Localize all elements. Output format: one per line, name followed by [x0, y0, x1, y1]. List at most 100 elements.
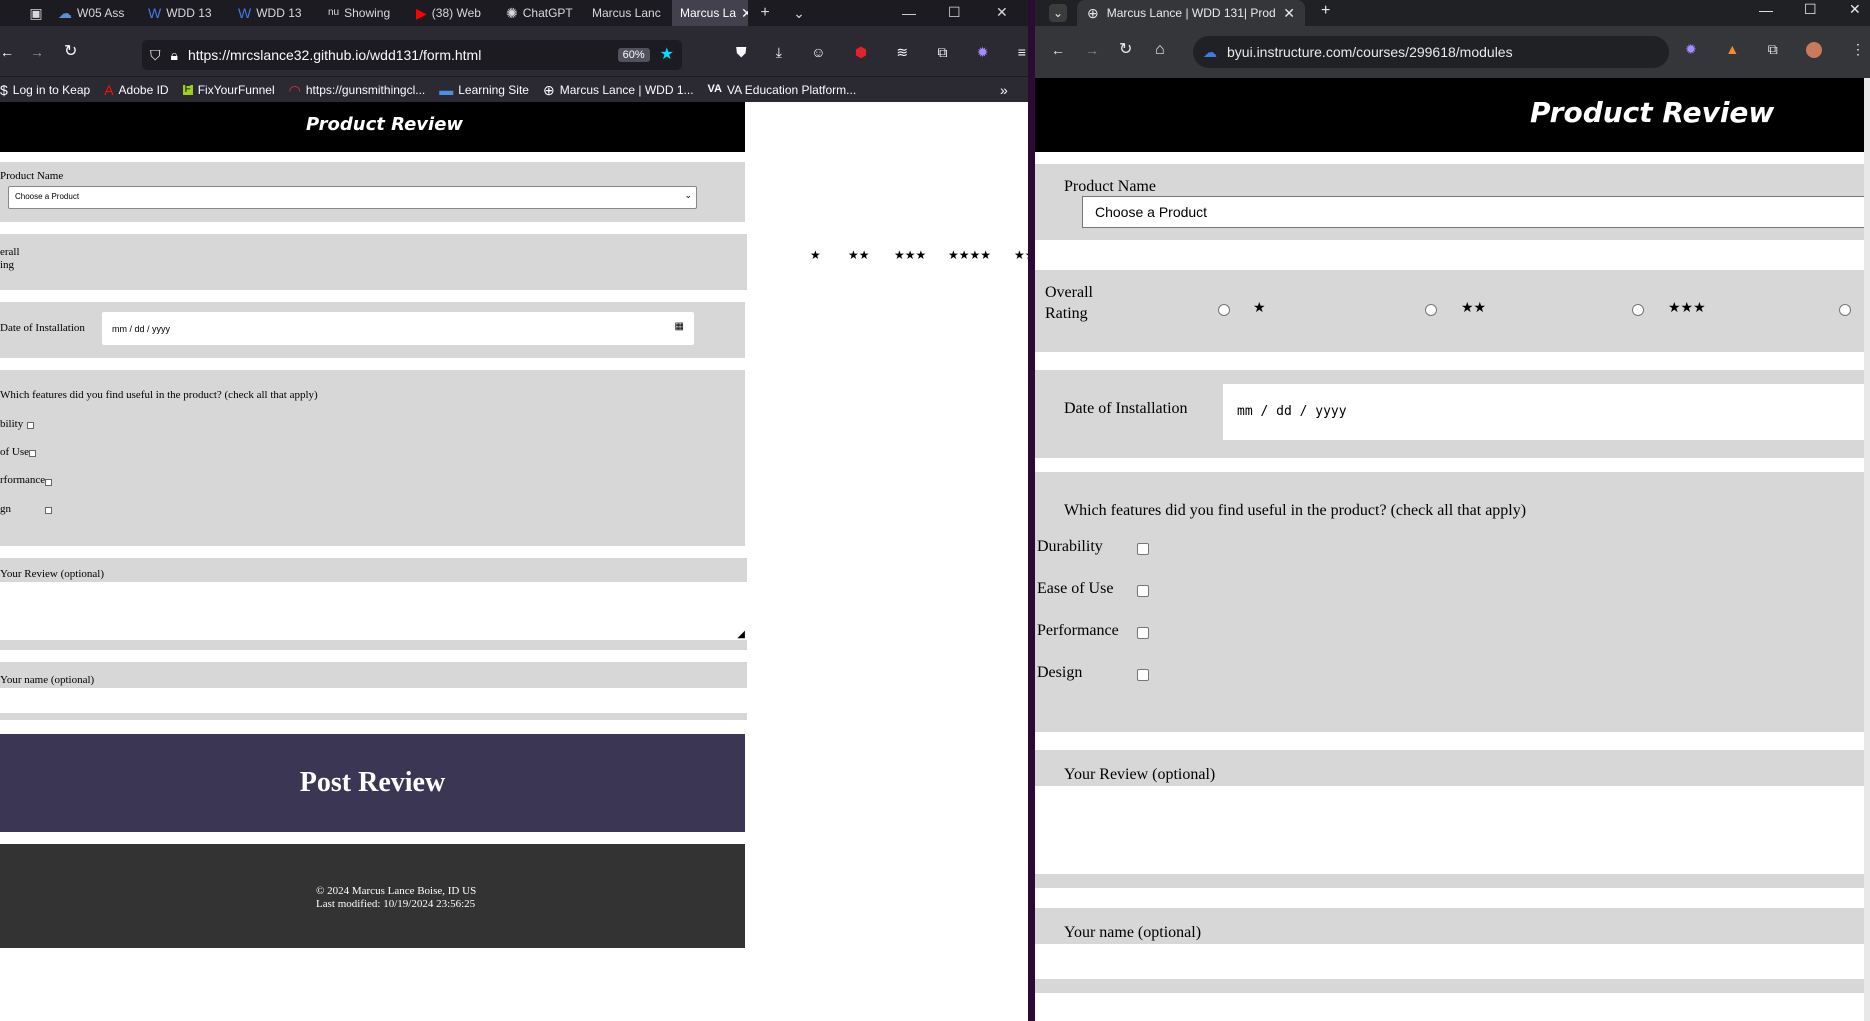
firefox-tab-strip: ▣ ☁ W05 Ass W WDD 13 W WDD 13 nu Showing ▶ (3… — [0, 0, 1028, 26]
review-textarea[interactable] — [1035, 786, 1870, 874]
gear-extension-icon[interactable]: ✹ — [977, 45, 989, 65]
tab-marcus-active[interactable]: Marcus La ✕ — [672, 0, 748, 26]
tab-wdd-2[interactable]: W WDD 13 — [230, 0, 320, 26]
bookmark-keap[interactable]: $ Log in to Keap — [0, 83, 90, 97]
calendar-icon[interactable]: ▦ — [675, 322, 684, 332]
product-select[interactable]: Choose a Product — [1082, 196, 1870, 228]
tab-w05[interactable]: ☁ W05 Ass — [50, 0, 140, 26]
rating-radio-2[interactable] — [1425, 304, 1437, 316]
maximize-icon[interactable]: ☐ — [948, 5, 961, 19]
chrome-tab-strip: ⌄ ⊕ Marcus Lance | WDD 131| Prod ✕ + — ☐… — [1035, 0, 1870, 26]
rating-radio-3[interactable] — [1632, 304, 1644, 316]
star-option-5[interactable]: ★★ — [1014, 248, 1028, 262]
url-text[interactable]: https://mrcslance32.github.io/wdd131/for… — [188, 47, 618, 63]
feature-performance-checkbox[interactable] — [45, 479, 52, 486]
bookmark-marcus-wdd[interactable]: ⊕ Marcus Lance | WDD 1... — [543, 83, 694, 97]
bookmark-va[interactable]: VA VA Education Platform... — [708, 83, 857, 97]
tab-marcus-1[interactable]: Marcus Lanc — [584, 0, 672, 26]
tab-search-icon[interactable]: ⌄ — [1049, 4, 1067, 22]
zoom-badge[interactable]: 60% — [617, 48, 650, 62]
review-fieldset: Your Review (optional) — [1035, 750, 1870, 888]
profile-avatar-icon[interactable] — [1806, 42, 1823, 58]
url-text[interactable]: byui.instructure.com/courses/299618/modu… — [1227, 44, 1513, 60]
chrome-url-bar[interactable]: ☁ byui.instructure.com/courses/299618/mo… — [1193, 36, 1669, 68]
chrome-active-tab[interactable]: ⊕ Marcus Lance | WDD 131| Prod ✕ — [1077, 0, 1305, 26]
star-option-3[interactable]: ★★★ — [894, 248, 926, 262]
bookmark-learning-site[interactable]: ▬ Learning Site — [439, 83, 529, 97]
forward-icon[interactable]: → — [30, 45, 44, 59]
bookmarks-overflow-icon[interactable]: » — [1000, 83, 1008, 97]
feature-design-checkbox[interactable] — [45, 507, 52, 514]
bookmark-gunsmithing[interactable]: ◠ https://gunsmithingcl... — [289, 83, 426, 97]
star-option-2[interactable]: ★★ — [848, 248, 870, 262]
review-textarea[interactable]: ◢ — [0, 582, 747, 640]
tab-showing[interactable]: nu Showing — [320, 0, 408, 26]
tab-wdd-1[interactable]: W WDD 13 — [140, 0, 230, 26]
extensions-icon[interactable]: ⧉ — [1768, 42, 1778, 58]
reload-icon[interactable]: ↻ — [1119, 42, 1132, 58]
product-select[interactable]: Choose a Product ⌄ — [8, 186, 697, 209]
site-info-icon[interactable]: ☁ — [1203, 45, 1217, 59]
post-review-button[interactable]: Post Review — [0, 734, 745, 832]
youtube-icon: ▶ — [416, 5, 427, 21]
date-fieldset: Date of Installation mm / dd / yyyy ▦ — [0, 302, 745, 358]
minimize-icon[interactable]: — — [902, 6, 916, 20]
date-label: Date of Installation — [1064, 400, 1188, 417]
extension-wave-icon[interactable]: ≋ — [896, 45, 908, 65]
bookmark-star-icon[interactable]: ★ — [660, 47, 674, 63]
tab-youtube[interactable]: ▶ (38) Web — [408, 0, 498, 26]
name-input[interactable] — [0, 688, 747, 713]
download-icon[interactable]: ⤓ — [776, 45, 782, 65]
rocket-extension-icon[interactable]: ▲ — [1725, 42, 1739, 58]
feature-durability-checkbox[interactable] — [27, 422, 34, 429]
firefox-window: ▣ ☁ W05 Ass W WDD 13 W WDD 13 nu Showing ▶ (3… — [0, 0, 1028, 1021]
date-input[interactable]: mm / dd / yyyy — [1223, 384, 1870, 440]
home-icon[interactable]: ⌂ — [1155, 42, 1165, 58]
maximize-icon[interactable]: ☐ — [1804, 2, 1817, 16]
new-tab-icon[interactable]: + — [748, 5, 782, 21]
w-icon: W — [238, 5, 252, 21]
account-icon[interactable]: ☺ — [811, 45, 825, 65]
forward-icon[interactable]: → — [1085, 43, 1099, 57]
scrollbar[interactable] — [1864, 78, 1870, 1021]
footer-last-modified: Last modified: 10/19/2024 23:56:25 — [316, 898, 476, 910]
feature-ease-checkbox[interactable] — [1137, 585, 1149, 597]
gear-extension-icon[interactable]: ✹ — [1685, 42, 1697, 58]
firefox-url-bar[interactable]: ⛉ 🔒︎ https://mrcslance32.github.io/wdd13… — [142, 40, 682, 70]
back-icon[interactable]: ← — [1051, 43, 1065, 57]
name-input[interactable] — [1035, 944, 1870, 979]
review-label: Your Review (optional) — [0, 568, 104, 580]
tab-chatgpt[interactable]: ✺ ChatGPT — [498, 0, 584, 26]
new-tab-icon[interactable]: + — [1321, 3, 1330, 19]
resize-handle-icon[interactable]: ◢ — [737, 630, 745, 640]
bookmark-fixyourfunnel[interactable]: F FixYourFunnel — [182, 83, 275, 97]
tab-list-icon[interactable]: ▣ — [22, 6, 50, 20]
menu-icon[interactable]: ≡ — [1018, 45, 1026, 65]
back-icon[interactable]: ← — [0, 45, 14, 59]
feature-performance-checkbox[interactable] — [1137, 627, 1149, 639]
date-input[interactable]: mm / dd / yyyy ▦ — [102, 312, 694, 345]
name-label: Your name (optional) — [1064, 924, 1202, 941]
pocket-icon[interactable]: ⛊ — [736, 45, 747, 65]
feature-performance-label: rformance — [0, 474, 46, 486]
rating-radio-4[interactable] — [1839, 304, 1851, 316]
star-option-1[interactable]: ★ — [810, 248, 821, 262]
feature-ease-checkbox[interactable] — [29, 450, 36, 457]
minimize-icon[interactable]: — — [1759, 3, 1773, 17]
extensions-icon[interactable]: ⧉ — [937, 45, 947, 65]
close-tab-icon[interactable]: ✕ — [1283, 6, 1295, 20]
close-tab-icon[interactable]: ✕ — [741, 6, 748, 20]
feature-durability-label: Durability — [1037, 538, 1103, 555]
star-option-4[interactable]: ★★★★ — [948, 248, 991, 262]
tab-overflow-icon[interactable]: ⌄ — [782, 6, 816, 20]
kebab-menu-icon[interactable]: ⋮ — [1851, 42, 1865, 58]
reload-icon[interactable]: ↻ — [64, 44, 77, 60]
feature-design-checkbox[interactable] — [1137, 669, 1149, 681]
bookmark-adobe[interactable]: A Adobe ID — [104, 83, 168, 97]
rating-radio-1[interactable] — [1218, 304, 1230, 316]
ad-block-icon[interactable]: ⬢ — [855, 45, 867, 65]
chatgpt-icon: ✺ — [506, 5, 518, 21]
feature-durability-checkbox[interactable] — [1137, 543, 1149, 555]
close-window-icon[interactable]: ✕ — [996, 5, 1008, 19]
close-window-icon[interactable]: ✕ — [1849, 2, 1861, 16]
